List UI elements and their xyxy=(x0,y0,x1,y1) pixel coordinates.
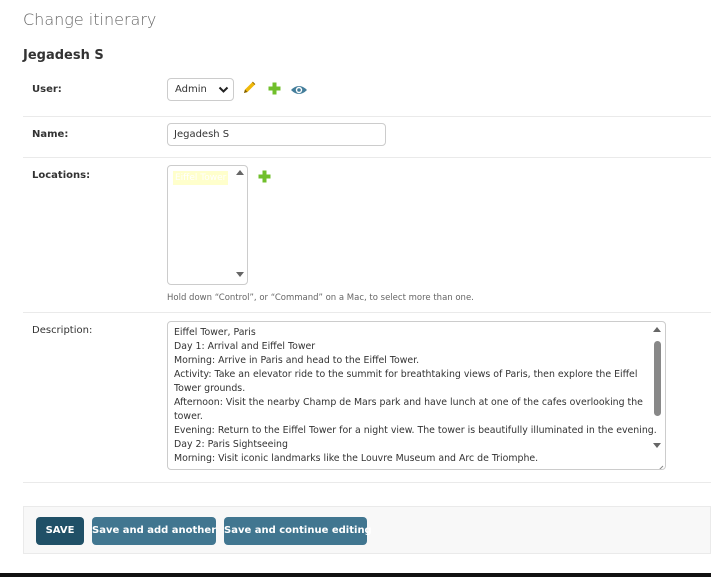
object-name: Jegadesh S xyxy=(23,48,104,63)
description-line: Evening: Return to the Eiffel Tower for … xyxy=(174,425,657,436)
plus-icon[interactable] xyxy=(258,168,271,187)
description-line: Morning: Visit iconic landmarks like the… xyxy=(174,453,539,464)
description-line: Day 1: Arrival and Eiffel Tower xyxy=(174,341,316,352)
scroll-down-icon[interactable] xyxy=(653,443,661,448)
save-and-add-another-button[interactable]: Save and add another xyxy=(92,517,216,545)
description-textarea[interactable]: Eiffel Tower, Paris Day 1: Arrival and E… xyxy=(167,321,666,470)
description-line: Morning: Arrive in Paris and head to the… xyxy=(174,355,420,366)
chevron-down-icon xyxy=(218,80,229,108)
user-select[interactable]: Admin xyxy=(167,78,234,101)
plus-icon[interactable] xyxy=(268,80,281,99)
description-label: Description: xyxy=(32,325,93,336)
user-label: User: xyxy=(32,84,62,95)
resize-handle-icon[interactable] xyxy=(655,459,664,469)
description-scrollbar[interactable] xyxy=(649,322,665,469)
name-label: Name: xyxy=(32,129,69,140)
user-select-value: Admin xyxy=(175,84,207,95)
locations-scrollbar[interactable] xyxy=(233,166,247,284)
locations-option[interactable]: Eiffel Tower xyxy=(173,171,228,185)
description-line: Day 2: Paris Sightseeing xyxy=(174,439,288,450)
save-and-continue-editing-button[interactable]: Save and continue editing xyxy=(224,517,372,545)
description-line: Activity: Take an elevator ride to the s… xyxy=(174,369,638,380)
description-line: Tower grounds. xyxy=(174,383,246,394)
eye-icon[interactable] xyxy=(290,81,308,100)
scroll-up-icon[interactable] xyxy=(653,327,661,332)
description-line: tower. xyxy=(174,411,203,422)
locations-label: Locations: xyxy=(32,170,91,181)
field-row-user: User: Admin xyxy=(23,76,711,117)
locations-help-text: Hold down “Control”, or “Command” on a M… xyxy=(167,293,474,303)
field-row-name: Name: Jegadesh S xyxy=(23,116,711,158)
submit-row: SAVE Save and add another Save and conti… xyxy=(23,506,711,554)
scroll-down-icon[interactable] xyxy=(236,272,244,277)
name-input[interactable]: Jegadesh S xyxy=(167,123,386,146)
scrollbar-thumb[interactable] xyxy=(654,341,661,416)
scroll-up-icon[interactable] xyxy=(236,170,244,175)
description-line: Eiffel Tower, Paris xyxy=(174,327,256,338)
save-button[interactable]: SAVE xyxy=(36,517,84,545)
field-row-locations: Locations: Eiffel Tower Hold down “Contr… xyxy=(23,157,711,313)
field-row-description: Description: Eiffel Tower, Paris Day 1: … xyxy=(23,312,711,483)
locations-multiselect[interactable]: Eiffel Tower xyxy=(167,165,248,285)
description-line: Afternoon: Visit the nearby Champ de Mar… xyxy=(174,397,643,408)
bottom-bar xyxy=(0,573,711,577)
pencil-icon[interactable] xyxy=(242,80,257,99)
page-title: Change itinerary xyxy=(23,10,157,29)
description-text: Eiffel Tower, Paris Day 1: Arrival and E… xyxy=(174,326,657,466)
